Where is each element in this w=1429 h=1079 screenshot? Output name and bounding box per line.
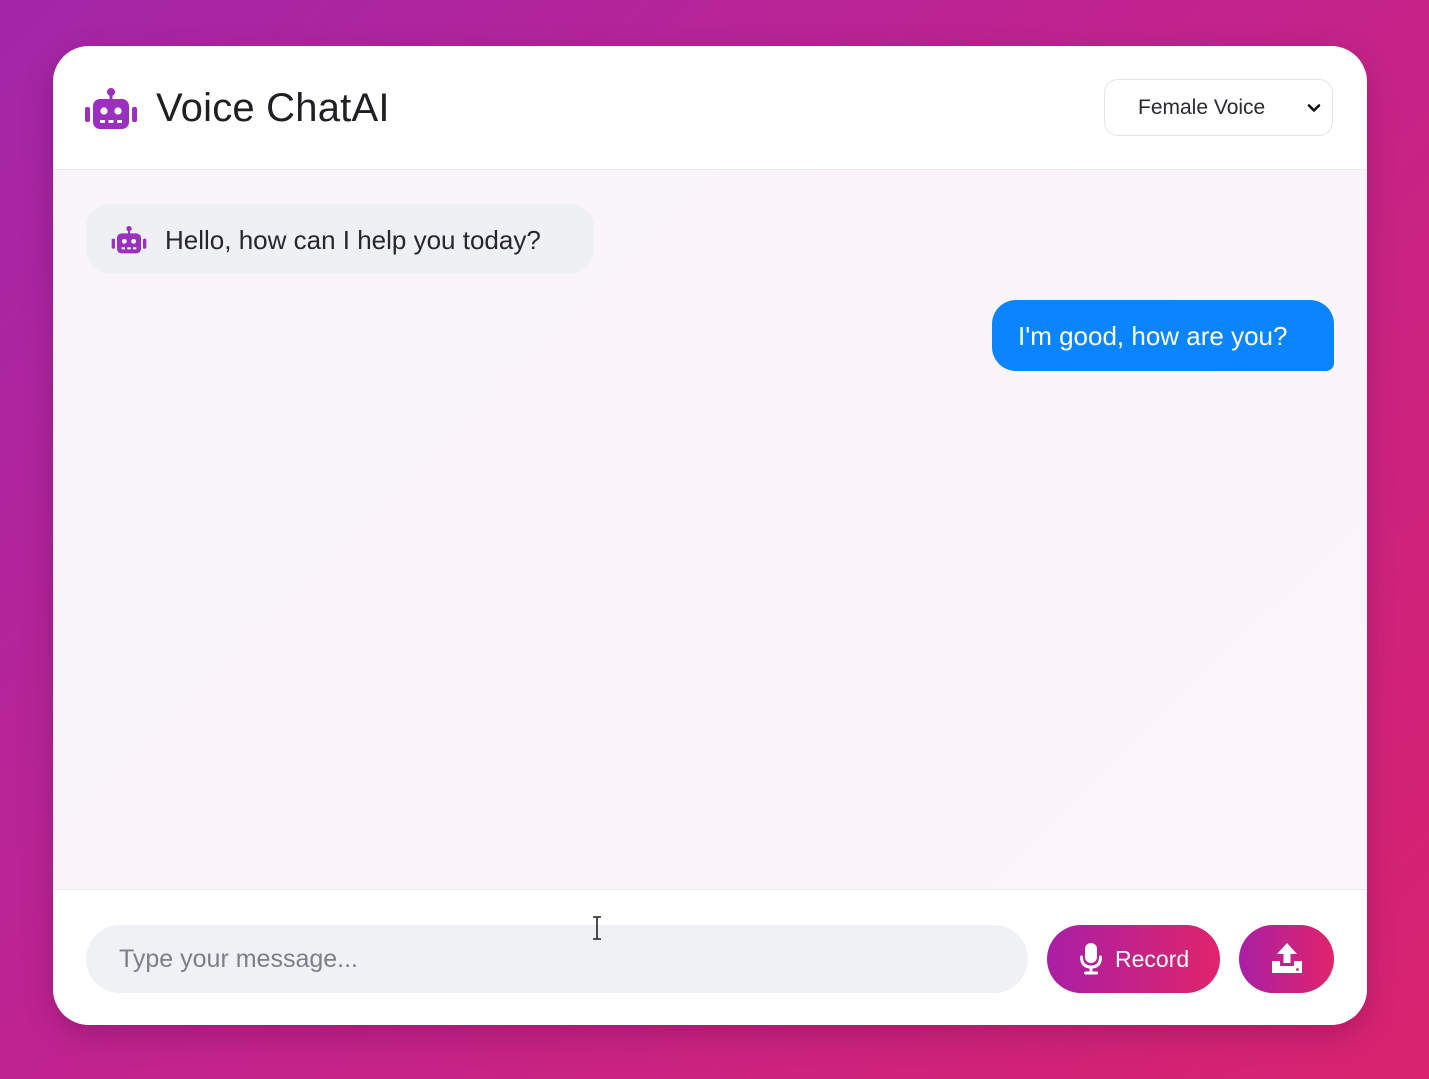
app-title: Voice ChatAI <box>156 86 390 130</box>
message-composer: Record <box>53 890 1367 1025</box>
upload-icon <box>1272 943 1302 973</box>
record-button[interactable]: Record <box>1047 925 1220 993</box>
voice-select-value: Female Voice <box>1138 96 1266 119</box>
bot-message-text: Hello, how can I help you today? <box>165 225 541 255</box>
chat-window: Voice ChatAI Female Voice Hello, how can… <box>53 46 1367 1025</box>
message-input[interactable] <box>86 925 1028 993</box>
upload-button[interactable] <box>1239 925 1334 993</box>
record-button-label: Record <box>1115 946 1190 972</box>
robot-icon <box>111 226 147 254</box>
chat-header: Voice ChatAI Female Voice <box>53 46 1367 170</box>
chevron-down-icon <box>1307 104 1321 112</box>
microphone-icon <box>1080 943 1102 975</box>
voice-select[interactable]: Female Voice <box>1104 79 1333 136</box>
robot-icon <box>85 88 137 129</box>
bot-message: Hello, how can I help you today? <box>86 204 594 274</box>
user-message-text: I'm good, how are you? <box>1018 321 1288 351</box>
message-list[interactable]: Hello, how can I help you today? I'm goo… <box>53 170 1367 890</box>
user-message: I'm good, how are you? <box>992 300 1334 371</box>
